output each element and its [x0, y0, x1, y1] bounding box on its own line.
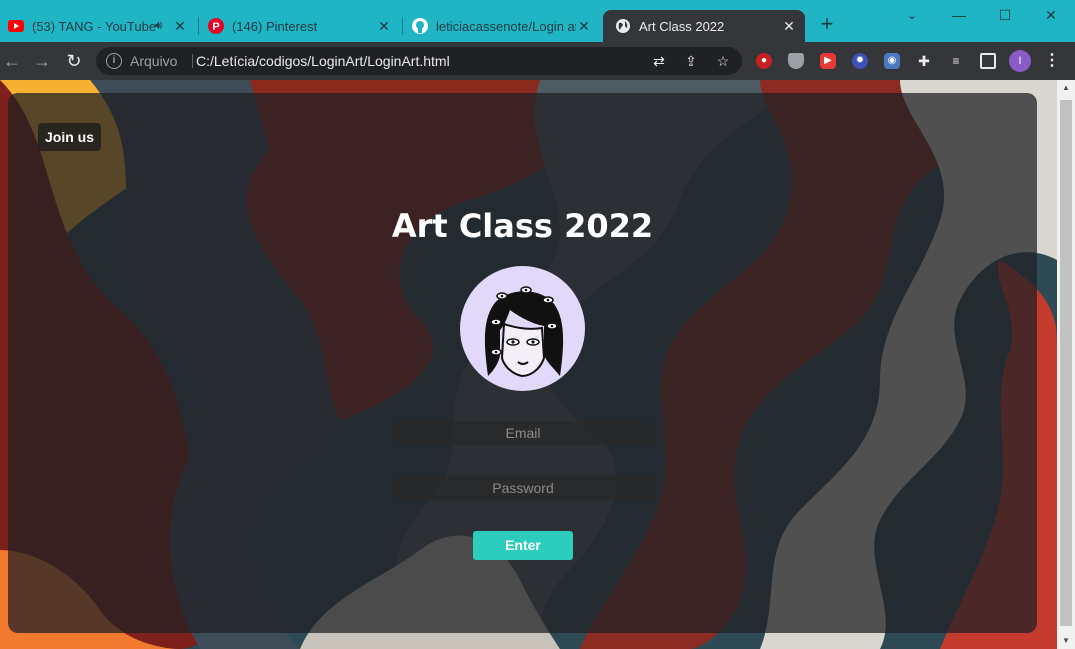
tab-search-icon[interactable]: ⌄ — [889, 4, 935, 26]
svg-text:P: P — [212, 21, 219, 33]
close-tab-icon[interactable]: ✕ — [376, 18, 392, 34]
forward-icon[interactable]: → — [30, 49, 54, 73]
close-window-icon[interactable]: ✕ — [1028, 4, 1074, 26]
globe-icon — [615, 18, 631, 34]
page-viewport: Join us Art Class 2022 Email Enter — [0, 80, 1057, 649]
tab-pinterest[interactable]: P (146) Pinterest ✕ — [200, 10, 400, 42]
tab-label: (146) Pinterest — [232, 18, 318, 34]
extension-gear-icon[interactable]: ✹ — [852, 53, 868, 69]
tab-divider — [402, 17, 403, 35]
youtube-icon — [8, 18, 24, 34]
tab-strip: (53) TANG - YouTube 🔊︎ ✕ P (146) Pintere… — [0, 0, 1075, 42]
omnibox-divider — [192, 54, 193, 68]
email-field[interactable] — [393, 421, 653, 445]
scheme-label: Arquivo — [130, 53, 178, 69]
browser-toolbar: ← → ↻ i Arquivo C:/Letícia/codigos/Login… — [0, 42, 1075, 80]
bookmark-star-icon[interactable]: ☆ — [715, 53, 731, 69]
close-tab-icon[interactable]: ✕ — [781, 18, 797, 34]
extension-capture-icon[interactable]: ◉ — [884, 53, 900, 69]
pinterest-icon: P — [208, 18, 224, 34]
maximize-icon[interactable]: ☐ — [982, 4, 1028, 26]
enter-button[interactable]: Enter — [473, 531, 573, 560]
extension-shield-icon[interactable] — [788, 53, 804, 69]
extension-media-icon[interactable]: ▶ — [820, 53, 836, 69]
media-queue-icon[interactable]: ≡ — [948, 53, 964, 69]
side-panel-icon[interactable] — [980, 53, 996, 69]
github-icon — [412, 18, 428, 34]
tab-github[interactable]: leticiacassenote/Login at ✕ — [404, 10, 600, 42]
close-tab-icon[interactable]: ✕ — [172, 18, 188, 34]
share-icon[interactable]: ⇪ — [683, 53, 699, 69]
info-icon[interactable]: i — [106, 53, 122, 69]
url-text[interactable]: C:/Letícia/codigos/LoginArt/LoginArt.htm… — [196, 53, 450, 69]
tab-label: Art Class 2022 — [639, 18, 725, 34]
scroll-up-icon[interactable]: ▲ — [1060, 82, 1072, 94]
scroll-down-icon[interactable]: ▼ — [1060, 635, 1072, 647]
password-field[interactable] — [393, 476, 653, 500]
tab-art-class[interactable]: Art Class 2022 ✕ — [603, 10, 805, 42]
tab-label: (53) TANG - YouTube — [32, 18, 157, 34]
avatar — [460, 266, 585, 391]
tab-divider — [198, 17, 199, 35]
extension-record-icon[interactable]: ● — [756, 53, 772, 69]
tab-youtube[interactable]: (53) TANG - YouTube 🔊︎ ✕ — [0, 10, 196, 42]
extensions-puzzle-icon[interactable]: ✚ — [916, 53, 932, 69]
illustrated-face-icon — [484, 286, 564, 378]
new-tab-button[interactable]: + — [816, 13, 838, 36]
tab-label: leticiacassenote/Login at — [436, 18, 576, 34]
address-bar[interactable]: i Arquivo C:/Letícia/codigos/LoginArt/Lo… — [96, 47, 742, 75]
page-title: Art Class 2022 — [391, 207, 654, 245]
scroll-thumb[interactable] — [1060, 100, 1072, 626]
join-us-button[interactable]: Join us — [38, 123, 102, 151]
menu-kebab-icon[interactable]: ⋮ — [1044, 51, 1060, 71]
close-tab-icon[interactable]: ✕ — [576, 18, 592, 34]
profile-avatar[interactable]: I — [1009, 50, 1031, 72]
reload-icon[interactable]: ↻ — [62, 49, 86, 73]
speaker-icon[interactable]: 🔊︎ — [155, 18, 163, 33]
minimize-icon[interactable]: — — [936, 4, 982, 26]
login-card: Join us Art Class 2022 Email Enter — [8, 93, 1037, 633]
page-scrollbar[interactable]: ▲ ▼ — [1057, 80, 1075, 649]
back-icon[interactable]: ← — [0, 49, 24, 73]
translate-icon[interactable]: ⇄ — [651, 53, 667, 69]
